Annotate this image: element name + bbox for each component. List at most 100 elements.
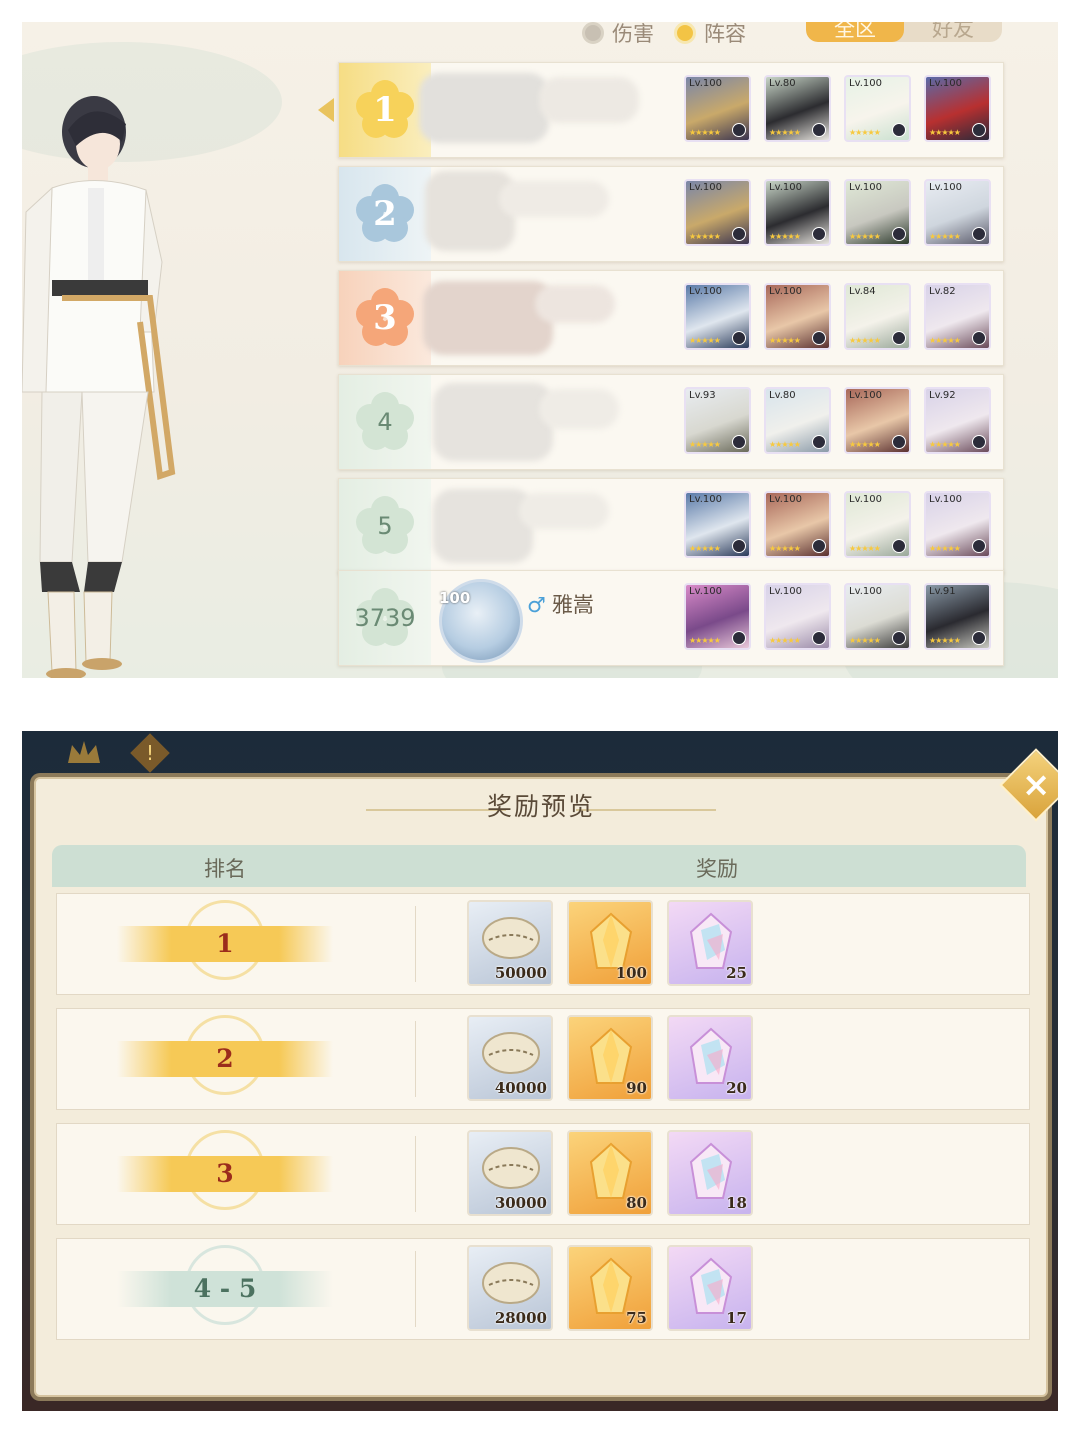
hero-card[interactable]: Lv.82 ★★★★★ (924, 283, 991, 350)
hero-card[interactable]: Lv.100 ★★★★★ (844, 387, 911, 454)
gold-crystal-item[interactable]: 100 (567, 900, 653, 986)
hero-card[interactable]: Lv.100 ★★★★★ (684, 179, 751, 246)
star-icon: ★★★★★ (929, 336, 961, 345)
shell-item[interactable]: 50000 (467, 900, 553, 986)
hero-level: Lv.100 (769, 494, 802, 505)
hero-level: Lv.100 (769, 286, 802, 297)
item-quantity: 75 (626, 1309, 647, 1327)
reward-row: 2 40000 90 20 (56, 1008, 1030, 1110)
hero-level: Lv.100 (689, 586, 722, 597)
divider (415, 906, 416, 982)
hero-card[interactable]: Lv.100 ★★★★★ (684, 75, 751, 142)
hero-card[interactable]: Lv.92 ★★★★★ (924, 387, 991, 454)
tab-friends[interactable]: 好友 (904, 22, 1002, 42)
item-quantity: 100 (615, 964, 647, 982)
hero-card[interactable]: Lv.100 ★★★★★ (764, 283, 831, 350)
player-name: 雅嵩 (551, 593, 594, 617)
gem-icon (732, 123, 746, 137)
hero-card[interactable]: Lv.100 ★★★★★ (844, 583, 911, 650)
star-icon: ★★★★★ (849, 128, 881, 137)
rank-row-4[interactable]: 4 Lv.93 ★★★★★ Lv.80 ★★★★★ Lv.100 ★★★★★ Lv.9… (338, 374, 1004, 470)
rank-row-2[interactable]: 2 Lv.100 ★★★★★ Lv.100 ★★★★★ Lv.100 ★★★★★ Lv… (338, 166, 1004, 262)
rank-badge: 3739 (339, 571, 431, 665)
hero-card[interactable]: Lv.100 ★★★★★ (924, 179, 991, 246)
hero-card[interactable]: Lv.100 ★★★★★ (684, 491, 751, 558)
male-icon: ♂ (527, 593, 546, 617)
star-icon: ★★★★★ (689, 232, 721, 241)
gem-icon (732, 435, 746, 449)
close-button[interactable]: × (999, 748, 1058, 822)
my-rank-row[interactable]: 3739 100 ♂ 雅嵩 Lv.100 ★★★★★ Lv.100 ★★★★★ Lv.… (338, 570, 1004, 666)
reward-rank: 1 (216, 929, 234, 958)
lineup: Lv.93 ★★★★★ Lv.80 ★★★★★ Lv.100 ★★★★★ Lv.92 ★… (684, 387, 991, 454)
shell-item[interactable]: 30000 (467, 1130, 553, 1216)
hero-card[interactable]: Lv.100 ★★★★★ (764, 491, 831, 558)
star-icon: ★★★★★ (769, 636, 801, 645)
gem-icon (892, 539, 906, 553)
hero-card[interactable]: Lv.100 ★★★★★ (764, 583, 831, 650)
hero-card[interactable]: Lv.100 ★★★★★ (844, 491, 911, 558)
hero-card[interactable]: Lv.100 ★★★★★ (924, 491, 991, 558)
rank-number: 1 (373, 90, 397, 130)
gold-crystal-item[interactable]: 90 (567, 1015, 653, 1101)
gold-crystal-item[interactable]: 75 (567, 1245, 653, 1331)
hero-card[interactable]: Lv.93 ★★★★★ (684, 387, 751, 454)
rainbow-crystal-item[interactable]: 18 (667, 1130, 753, 1216)
hero-card[interactable]: Lv.80 ★★★★★ (764, 387, 831, 454)
rank-row-1[interactable]: 1 Lv.100 ★★★★★ Lv.80 ★★★★★ Lv.100 ★★★★★ Lv.… (338, 62, 1004, 158)
star-icon: ★★★★★ (929, 544, 961, 553)
gem-icon (972, 539, 986, 553)
column-rank-header: 排名 (204, 857, 246, 881)
redacted-player-info (539, 77, 639, 123)
reward-items: 40000 90 20 (467, 1015, 753, 1101)
hero-card[interactable]: Lv.100 ★★★★★ (844, 75, 911, 142)
filter-damage[interactable]: 伤害 (582, 22, 654, 48)
rank-row-5[interactable]: 5 Lv.100 ★★★★★ Lv.100 ★★★★★ Lv.100 ★★★★★ Lv… (338, 478, 1004, 574)
hero-card[interactable]: Lv.100 ★★★★★ (764, 179, 831, 246)
hero-level: Lv.100 (769, 586, 802, 597)
lineup: Lv.100 ★★★★★ Lv.100 ★★★★★ Lv.100 ★★★★★ Lv.9… (684, 583, 991, 650)
rank-number: 3 (373, 298, 397, 338)
rainbow-crystal-item[interactable]: 17 (667, 1245, 753, 1331)
gem-icon (972, 123, 986, 137)
rank-number: 2 (373, 194, 397, 234)
star-icon: ★★★★★ (849, 336, 881, 345)
filter-lineup[interactable]: 阵容 (674, 22, 746, 48)
divider (415, 1021, 416, 1097)
rainbow-crystal-item[interactable]: 20 (667, 1015, 753, 1101)
hero-level: Lv.100 (849, 494, 882, 505)
gem-icon (972, 331, 986, 345)
gem-icon (732, 539, 746, 553)
hero-card[interactable]: Lv.100 ★★★★★ (844, 179, 911, 246)
redacted-player-info (425, 171, 515, 251)
gem-icon (892, 331, 906, 345)
crown-icon[interactable] (66, 739, 102, 767)
hero-card[interactable]: Lv.84 ★★★★★ (844, 283, 911, 350)
redacted-player-info (535, 285, 615, 323)
gem-icon (892, 631, 906, 645)
gold-crystal-item[interactable]: 80 (567, 1130, 653, 1216)
hero-card[interactable]: Lv.100 ★★★★★ (684, 283, 751, 350)
shell-item[interactable]: 40000 (467, 1015, 553, 1101)
shell-item[interactable]: 28000 (467, 1245, 553, 1331)
hero-card[interactable]: Lv.100 ★★★★★ (684, 583, 751, 650)
hero-level: Lv.100 (689, 78, 722, 89)
filter-label: 伤害 (612, 22, 654, 46)
hero-card[interactable]: Lv.100 ★★★★★ (924, 75, 991, 142)
close-icon: × (1021, 765, 1051, 805)
tab-all-server[interactable]: 全区 (806, 22, 904, 42)
star-icon: ★★★★★ (849, 636, 881, 645)
hero-level: Lv.84 (849, 286, 876, 297)
gem-icon (812, 331, 826, 345)
hero-card[interactable]: Lv.91 ★★★★★ (924, 583, 991, 650)
title-ornament (366, 809, 506, 811)
hero-card[interactable]: Lv.80 ★★★★★ (764, 75, 831, 142)
gem-icon (892, 435, 906, 449)
alert-icon[interactable]: ! (130, 733, 170, 773)
reward-rank: 3 (216, 1159, 234, 1188)
hero-level: Lv.100 (849, 390, 882, 401)
rank-row-3[interactable]: 3 Lv.100 ★★★★★ Lv.100 ★★★★★ Lv.84 ★★★★★ Lv.… (338, 270, 1004, 366)
hero-level: Lv.82 (929, 286, 956, 297)
rainbow-crystal-item[interactable]: 25 (667, 900, 753, 986)
gem-icon (732, 227, 746, 241)
